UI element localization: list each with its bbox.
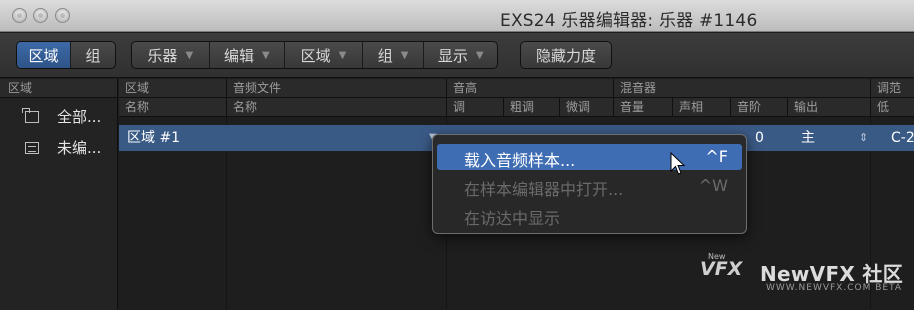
group-header-key-range: 调范 <box>870 79 901 98</box>
sidebar-item-label: 全部... <box>57 108 102 126</box>
zone-name-cell[interactable]: 区域 #1 <box>119 125 180 151</box>
group-header-audio-file: 音频文件 <box>226 79 281 98</box>
sidebar-item-all[interactable]: 全部... <box>0 104 117 129</box>
sidebar-item-label: 未编... <box>57 139 102 157</box>
zoom-window-button[interactable] <box>55 8 70 23</box>
title-bar: EXS24 乐器编辑器: 乐器 #1146 <box>0 0 914 32</box>
group-header-pitch: 音高 <box>446 79 477 98</box>
scale-cell[interactable]: 0 <box>747 125 764 151</box>
group-header-row: 区域 音频文件 音高 混音器 调范 <box>119 79 914 98</box>
output-cell[interactable]: 主 <box>793 125 815 151</box>
minimize-window-button[interactable] <box>33 8 48 23</box>
instrument-menu-label: 乐器 <box>147 46 178 65</box>
open-in-sample-editor-menu-item[interactable]: 在样本编辑器中打开... ^W <box>437 173 742 199</box>
hide-velocity-group: 隐藏力度 <box>520 41 612 69</box>
close-window-button[interactable] <box>12 8 27 23</box>
column-header-output[interactable]: 输出 <box>787 98 818 117</box>
window-title: EXS24 乐器编辑器: 乐器 #1146 <box>500 11 758 31</box>
column-header-file-name[interactable]: 名称 <box>226 98 257 117</box>
zone-menu-label: 区域 <box>300 46 331 65</box>
chevron-down-icon: ▼ <box>400 49 409 61</box>
column-header-key[interactable]: 调 <box>446 98 465 117</box>
view-zones-button[interactable]: 区域 <box>17 42 71 68</box>
chevron-down-icon: ▼ <box>338 49 347 61</box>
group-menu-label: 组 <box>377 46 393 65</box>
watermark: New VFX NewVFX 社区 WWW.NEWVFX.COM BETA <box>700 252 910 302</box>
edit-menu-label: 编辑 <box>224 46 255 65</box>
hide-velocity-button[interactable]: 隐藏力度 <box>521 42 611 68</box>
group-header-zone: 区域 <box>125 81 150 95</box>
load-audio-sample-menu-item[interactable]: 载入音频样本... ^F <box>437 144 742 170</box>
instrument-menu[interactable]: 乐器 ▼ <box>132 42 210 68</box>
output-stepper-icon[interactable]: ⇕ <box>851 125 868 151</box>
menu-item-label: 在访达中显示 <box>464 209 561 228</box>
menu-item-shortcut: ^W <box>698 176 728 195</box>
zone-sidebar: 区域 全部... 未编... <box>0 79 118 310</box>
edit-menu[interactable]: 编辑 ▼ <box>210 42 286 68</box>
folder-icon <box>22 107 39 123</box>
column-header-low[interactable]: 低 <box>870 98 889 117</box>
view-toggle: 区域 组 <box>16 41 116 69</box>
column-header-coarse[interactable]: 粗调 <box>503 98 534 117</box>
view-groups-button[interactable]: 组 <box>71 42 115 68</box>
group-menu[interactable]: 组 ▼ <box>363 42 425 68</box>
group-header-mixer: 混音器 <box>613 79 656 98</box>
watermark-logo-icon: VFX <box>700 258 743 280</box>
column-header-volume[interactable]: 音量 <box>613 98 644 117</box>
show-in-finder-menu-item[interactable]: 在访达中显示 <box>437 202 742 228</box>
chevron-down-icon: ▼ <box>475 49 484 61</box>
menu-item-shortcut: ^F <box>705 147 728 166</box>
watermark-url: WWW.NEWVFX.COM BETA <box>766 283 903 293</box>
chevron-down-icon: ▼ <box>185 49 194 61</box>
column-header-fine[interactable]: 微调 <box>559 98 590 117</box>
sidebar-header: 区域 <box>0 79 117 98</box>
sidebar-item-unassigned[interactable]: 未编... <box>0 135 117 160</box>
list-icon <box>25 141 39 154</box>
column-header-scale[interactable]: 音阶 <box>730 98 761 117</box>
low-key-cell[interactable]: C-2 <box>883 125 914 151</box>
toolbar: 区域 组 乐器 ▼ 编辑 ▼ 区域 ▼ 组 ▼ 显示 ▼ 隐藏力度 <box>0 33 914 78</box>
menu-item-label: 在样本编辑器中打开... <box>464 180 624 199</box>
column-header-pan[interactable]: 声相 <box>672 98 703 117</box>
mouse-pointer-icon <box>670 151 686 180</box>
view-menu[interactable]: 显示 ▼ <box>424 42 497 68</box>
menu-bar: 乐器 ▼ 编辑 ▼ 区域 ▼ 组 ▼ 显示 ▼ <box>131 41 498 69</box>
column-header-row: 名称 名称 调 粗调 微调 音量 声相 音阶 输出 低 <box>119 98 914 117</box>
column-header-zone-name[interactable]: 名称 <box>119 98 149 117</box>
chevron-down-icon: ▼ <box>262 49 270 61</box>
zone-menu[interactable]: 区域 ▼ <box>285 42 363 68</box>
menu-item-label: 载入音频样本... <box>464 151 576 170</box>
view-menu-label: 显示 <box>437 46 468 65</box>
context-menu: 载入音频样本... ^F 在样本编辑器中打开... ^W 在访达中显示 <box>432 134 747 234</box>
